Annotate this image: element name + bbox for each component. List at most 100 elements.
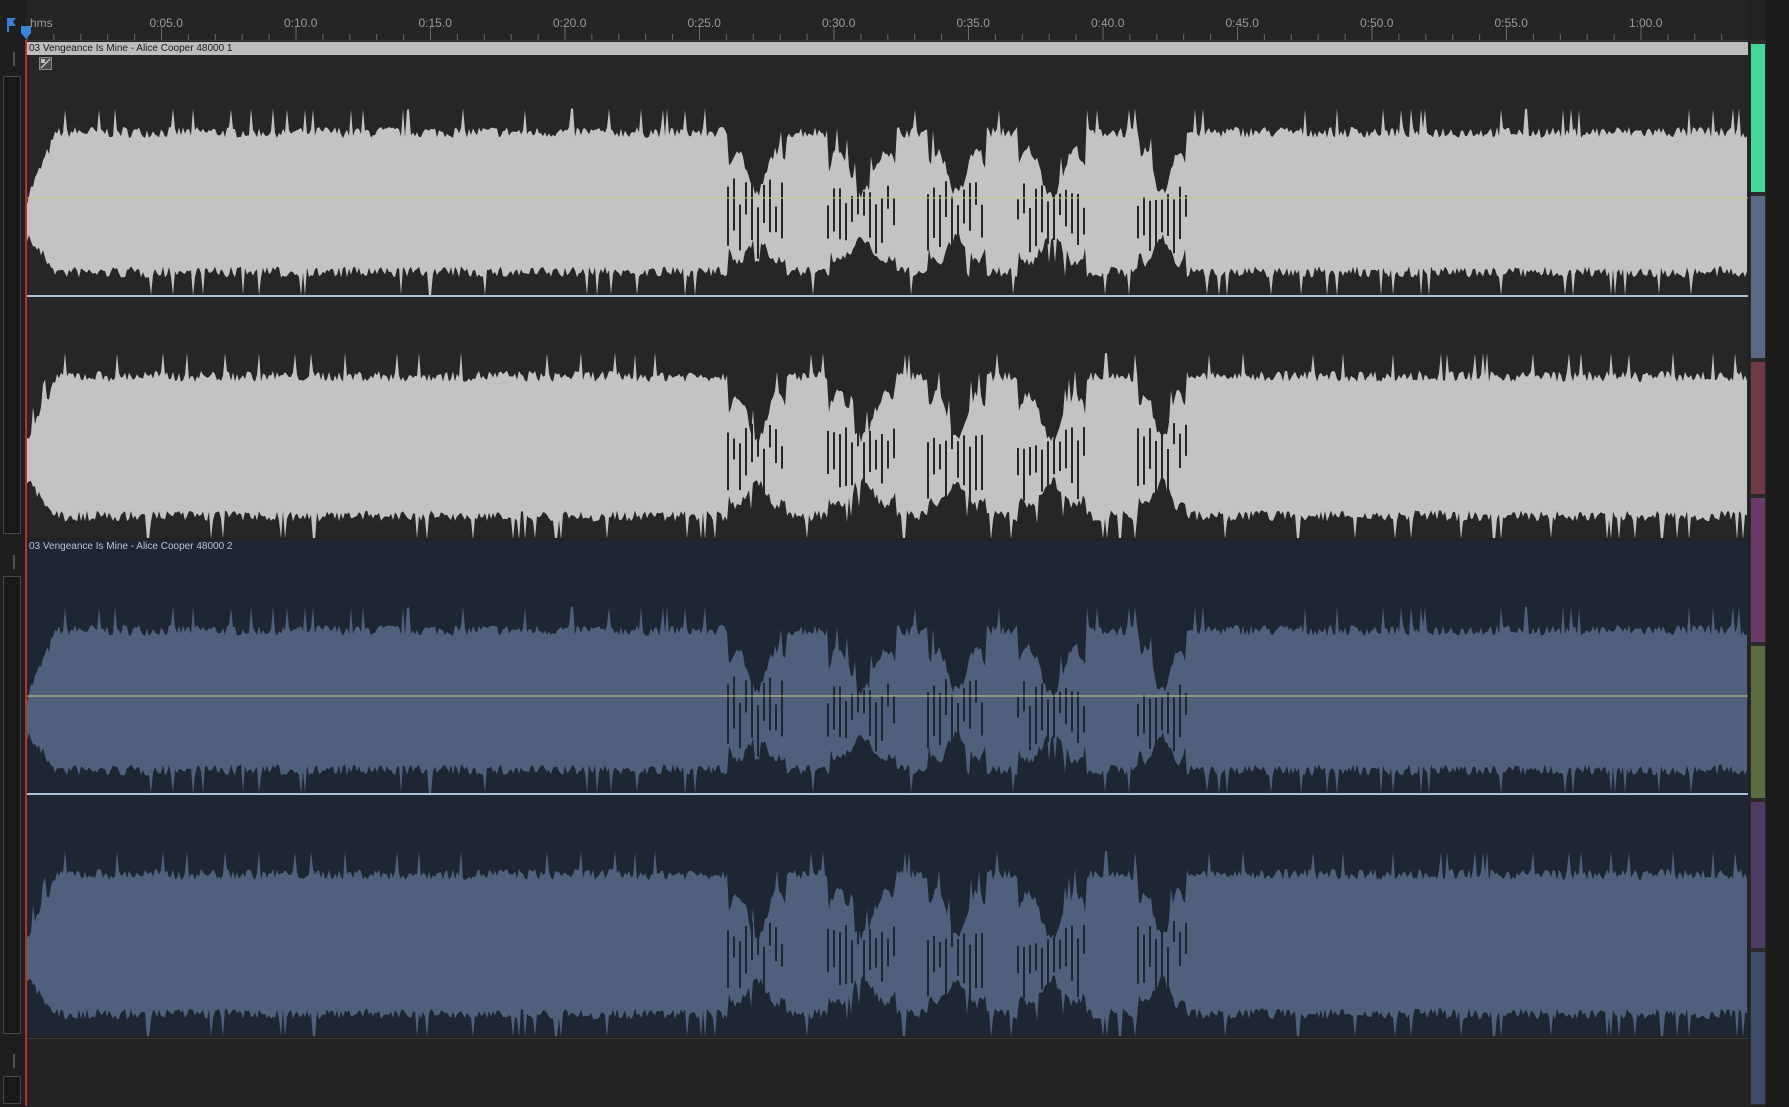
waveform-transient: [1041, 947, 1043, 990]
waveform-transient: [1161, 199, 1163, 233]
playhead-line[interactable]: [25, 40, 27, 1106]
clip-header[interactable]: 03 Vengeance Is Mine - Alice Cooper 4800…: [27, 540, 1748, 553]
overview-segment[interactable]: [1751, 646, 1765, 798]
waveform-transient: [851, 442, 853, 486]
waveform-transient: [881, 434, 883, 484]
waveform-transient: [769, 677, 771, 731]
track-1-lane-control[interactable]: [3, 76, 21, 534]
track-gutter: [0, 0, 27, 1106]
waveform-transient: [869, 192, 871, 238]
waveform-transient: [1035, 686, 1037, 745]
ruler-tick-label: 0:40.0: [1091, 16, 1125, 30]
overview-segment[interactable]: [1751, 498, 1765, 642]
overview-segment[interactable]: [1751, 802, 1765, 948]
waveform-transient: [933, 935, 935, 973]
playhead-icon[interactable]: [21, 26, 31, 40]
waveform-transient: [733, 178, 735, 231]
scroll-overview-strip[interactable]: [1750, 40, 1766, 1106]
overview-segment[interactable]: [1751, 952, 1765, 1104]
waveform-transient: [969, 446, 971, 502]
waveform-transient: [863, 191, 865, 216]
waveform-transient: [1041, 683, 1043, 731]
waveform-transient: [839, 932, 841, 986]
waveform-transient: [839, 686, 841, 738]
waveform-transient: [1035, 445, 1037, 473]
audio-clip-1[interactable]: 03 Vengeance Is Mine - Alice Cooper 4800…: [27, 42, 1748, 538]
waveform-transient: [1179, 684, 1181, 738]
waveform-transient: [769, 424, 771, 448]
waveform-transient: [739, 941, 741, 989]
waveform-transient: [727, 432, 729, 491]
waveform-transient: [1137, 428, 1139, 486]
waveform-transient: [757, 432, 759, 457]
waveform-transient: [1047, 201, 1049, 245]
waveform-transient: [739, 204, 741, 251]
waveform-transient: [1143, 196, 1145, 236]
waveform-transient: [1173, 697, 1175, 752]
waveform-transient: [827, 928, 829, 972]
waveform-transient: [1029, 447, 1031, 476]
waveform-clip-2[interactable]: [27, 540, 1748, 1036]
waveform-transient: [893, 926, 895, 957]
waveform-transient: [1155, 199, 1157, 252]
overview-segment[interactable]: [1751, 44, 1765, 192]
ruler-tick-label: 0:25.0: [687, 16, 721, 30]
waveform-transient: [1065, 687, 1067, 725]
waveform-transient: [927, 442, 929, 499]
waveform-transient: [1077, 691, 1079, 743]
waveform-transient: [963, 435, 965, 486]
waveform-transient: [845, 925, 847, 984]
track-toggle-icon[interactable]: [5, 1052, 15, 1069]
waveform-transient: [887, 185, 889, 209]
waveform-transient: [1185, 922, 1187, 954]
waveform-transient: [1065, 927, 1067, 967]
waveform-transient: [1041, 449, 1043, 492]
waveform-transient: [751, 423, 753, 463]
track-toggle-icon[interactable]: [5, 553, 15, 570]
waveform-transient: [1047, 441, 1049, 500]
ruler-tick-label: 1:00.0: [1629, 16, 1663, 30]
waveform-transient: [1059, 193, 1061, 216]
waveform-transient: [727, 186, 729, 246]
waveform-transient: [881, 696, 883, 741]
overview-segment[interactable]: [1751, 196, 1765, 358]
waveform-transient: [933, 437, 935, 475]
waveform-transient: [869, 690, 871, 736]
waveform-transient: [969, 680, 971, 729]
waveform-transient: [1077, 440, 1079, 500]
audio-clip-2[interactable]: 03 Vengeance Is Mine - Alice Cooper 4800…: [27, 540, 1748, 1036]
empty-track-lane[interactable]: [27, 1038, 1748, 1107]
waveform-transient: [1035, 943, 1037, 971]
waveform-transient: [1161, 697, 1163, 731]
waveform-transient: [1053, 936, 1055, 973]
waveform-transient: [1167, 449, 1169, 499]
time-units-label: hms: [30, 16, 53, 30]
timeline-ruler[interactable]: hms 0:05.0 0:10.0 0:15.0 0:20.0 0:25.0 0:30.0…: [26, 0, 1748, 41]
fx-icon[interactable]: [39, 57, 52, 70]
clip-header[interactable]: 03 Vengeance Is Mine - Alice Cooper 4800…: [27, 42, 1748, 55]
waveform-transient: [1023, 448, 1025, 501]
waveform-transient: [963, 189, 965, 224]
waveform-transient: [851, 195, 853, 222]
waveform-transient: [751, 681, 753, 738]
track-toggle-icon[interactable]: [5, 50, 15, 67]
marker-icon[interactable]: [3, 16, 21, 34]
track-2-lane-control[interactable]: [3, 576, 21, 1034]
waveform-transient: [781, 944, 783, 967]
waveform-transient: [951, 924, 953, 948]
waveform-transient: [957, 703, 959, 761]
waveform-transient: [869, 430, 871, 472]
track-3-lane-control[interactable]: [3, 1076, 21, 1104]
waveform-transient: [1173, 921, 1175, 943]
waveform-transient: [763, 946, 765, 1002]
waveform-transient: [939, 692, 941, 746]
waveform-transient: [827, 430, 829, 474]
waveform-transient: [1029, 705, 1031, 751]
waveform-transient: [827, 703, 829, 737]
waveform-transient: [933, 187, 935, 238]
waveform-transient: [775, 704, 777, 731]
waveform-clip-1[interactable]: [27, 42, 1748, 538]
waveform-transient: [857, 179, 859, 215]
overview-segment[interactable]: [1751, 362, 1765, 494]
ruler-tick-label: 0:15.0: [418, 16, 452, 30]
